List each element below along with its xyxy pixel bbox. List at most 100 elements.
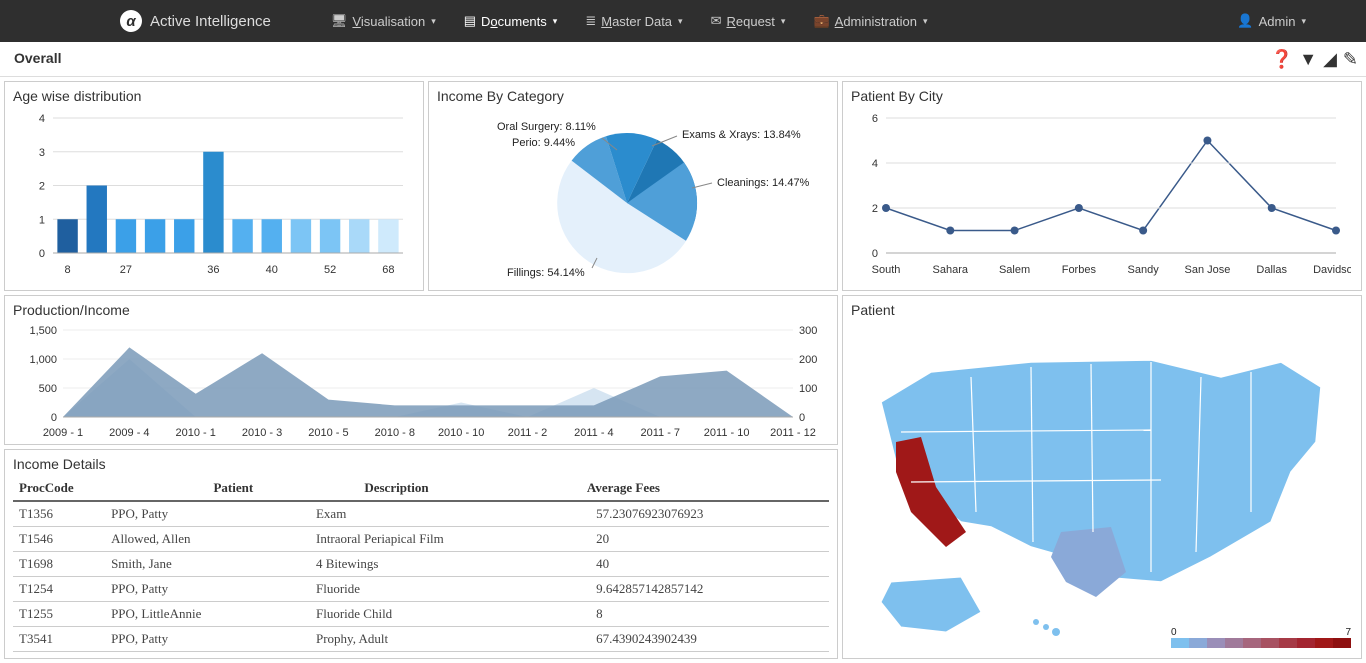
caret-down-icon: ▾ <box>781 16 786 27</box>
nav-administration[interactable]: 💼 Administration ▾ <box>813 13 927 29</box>
help-icon[interactable]: ❓ <box>1271 49 1293 70</box>
th-proccode[interactable]: ProcCode <box>13 476 207 501</box>
svg-text:Sahara: Sahara <box>933 264 969 276</box>
top-navbar: α Active Intelligence 🖥 Visualisation ▾ … <box>0 0 1366 42</box>
cell-c2: Exam <box>310 502 590 527</box>
svg-text:2: 2 <box>872 203 878 215</box>
svg-text:6: 6 <box>872 113 878 125</box>
edit-icon[interactable]: ✎ <box>1343 49 1358 70</box>
svg-text:2010 - 10: 2010 - 10 <box>438 427 484 439</box>
svg-text:2010 - 1: 2010 - 1 <box>176 427 216 439</box>
cell-c2: Intraoral Periapical Film <box>310 527 590 552</box>
svg-text:0: 0 <box>51 412 57 424</box>
svg-text:8: 8 <box>65 264 71 276</box>
filter-icon[interactable]: ▼ <box>1299 49 1317 70</box>
svg-text:3: 3 <box>39 147 45 159</box>
cell-c2: Prophy, Adult <box>310 627 590 652</box>
pie-label-perio: Perio: 9.44% <box>512 137 575 149</box>
caret-down-icon: ▾ <box>1301 16 1306 27</box>
panel-age-distribution: Age wise distribution 0123482736405268 <box>4 81 424 291</box>
database-icon: ≣ <box>585 13 596 29</box>
cell-c0: T1254 <box>13 577 105 602</box>
svg-text:52: 52 <box>324 264 336 276</box>
svg-text:0: 0 <box>872 248 878 260</box>
cell-c0: T1356 <box>13 502 105 527</box>
nav-documents[interactable]: ▤ Documents ▾ <box>464 13 558 29</box>
pie-label-cleanings: Cleanings: 14.47% <box>717 177 810 189</box>
svg-text:South: South <box>872 264 901 276</box>
svg-text:2010 - 8: 2010 - 8 <box>375 427 415 439</box>
svg-text:100: 100 <box>799 383 817 395</box>
panel-income-category: Income By Category Oral Surgery: 8.11% P… <box>428 81 838 291</box>
brand-text: Active Intelligence <box>150 13 271 30</box>
table-scroll[interactable]: T1356PPO, PattyExam57.23076923076923T154… <box>13 502 829 652</box>
colorbar-max: 7 <box>1345 627 1351 638</box>
panel-patient-map: Patient 07 <box>842 295 1362 659</box>
cell-c0: T1698 <box>13 552 105 577</box>
svg-text:Salem: Salem <box>999 264 1030 276</box>
svg-text:2: 2 <box>39 181 45 193</box>
svg-text:San Jose: San Jose <box>1184 264 1230 276</box>
svg-text:Forbes: Forbes <box>1062 264 1097 276</box>
panel-title: Patient <box>851 302 1353 318</box>
eraser-icon[interactable]: ◢ <box>1323 49 1337 70</box>
panel-title: Income Details <box>13 456 829 472</box>
svg-text:200: 200 <box>799 354 817 366</box>
svg-text:2009 - 4: 2009 - 4 <box>109 427 149 439</box>
nav-visualisation[interactable]: 🖥 Visualisation ▾ <box>331 13 436 29</box>
table-row[interactable]: T1356PPO, PattyExam57.23076923076923 <box>13 502 829 527</box>
th-description[interactable]: Description <box>358 476 581 501</box>
panel-title: Patient By City <box>851 88 1353 104</box>
svg-text:1,000: 1,000 <box>29 354 57 366</box>
svg-text:300: 300 <box>799 325 817 337</box>
table-row[interactable]: T1255PPO, LittleAnnieFluoride Child8 <box>13 602 829 627</box>
page-toolbar: Overall ❓ ▼ ◢ ✎ <box>0 42 1366 77</box>
cell-c1: PPO, Patty <box>105 627 310 652</box>
svg-text:40: 40 <box>266 264 278 276</box>
th-avg-fees[interactable]: Average Fees <box>581 476 829 501</box>
table-row[interactable]: T1546Allowed, AllenIntraoral Periapical … <box>13 527 829 552</box>
svg-text:4: 4 <box>39 113 45 125</box>
cell-c3: 8 <box>590 602 829 627</box>
svg-text:Davidson: Davidson <box>1313 264 1351 276</box>
cell-c1: PPO, LittleAnnie <box>105 602 310 627</box>
panel-production-income: Production/Income 05001,0001,50001002003… <box>4 295 838 445</box>
briefcase-icon: 💼 <box>813 13 829 29</box>
nav-master-data[interactable]: ≣ Master Data ▾ <box>585 13 682 29</box>
table-row[interactable]: T3541PPO, PattyProphy, Adult67.439024390… <box>13 627 829 652</box>
panel-title: Production/Income <box>13 302 829 318</box>
brand: α Active Intelligence <box>120 10 271 32</box>
svg-text:Sandy: Sandy <box>1128 264 1160 276</box>
cell-c2: Fluoride <box>310 577 590 602</box>
nav-request[interactable]: ✉ Request ▾ <box>711 13 786 29</box>
cell-c1: PPO, Patty <box>105 577 310 602</box>
user-icon: 👤 <box>1237 13 1253 29</box>
us-map[interactable] <box>851 322 1351 642</box>
colorbar-min: 0 <box>1171 627 1177 638</box>
table-row[interactable]: T1698Smith, Jane4 Bitewings40 <box>13 552 829 577</box>
cell-c2: Fluoride Child <box>310 602 590 627</box>
cell-c3: 9.642857142857142 <box>590 577 829 602</box>
caret-down-icon: ▾ <box>678 16 683 27</box>
table-row[interactable]: T1254PPO, PattyFluoride9.642857142857142 <box>13 577 829 602</box>
cell-c0: T3541 <box>13 627 105 652</box>
caret-down-icon: ▾ <box>553 16 558 27</box>
cell-c3: 57.23076923076923 <box>590 502 829 527</box>
tab-overall[interactable]: Overall <box>8 46 67 72</box>
nav-admin-user[interactable]: 👤 Admin ▾ <box>1237 13 1306 29</box>
svg-text:68: 68 <box>382 264 394 276</box>
patient-city-line-chart[interactable]: 0246SouthSaharaSalemForbesSandySan JoseD… <box>851 108 1351 283</box>
svg-text:36: 36 <box>207 264 219 276</box>
age-bar-chart[interactable]: 0123482736405268 <box>13 108 413 283</box>
svg-text:2009 - 1: 2009 - 1 <box>43 427 83 439</box>
cell-c3: 67.4390243902439 <box>590 627 829 652</box>
map-colorbar: 07 <box>1171 627 1351 648</box>
cell-c3: 20 <box>590 527 829 552</box>
svg-text:Dallas: Dallas <box>1256 264 1287 276</box>
th-patient[interactable]: Patient <box>207 476 358 501</box>
income-pie-chart[interactable]: Oral Surgery: 8.11% Perio: 9.44% Exams &… <box>437 108 827 288</box>
documents-icon: ▤ <box>464 13 476 29</box>
state-alaska[interactable] <box>881 577 981 632</box>
production-income-area-chart[interactable]: 05001,0001,50001002003002009 - 12009 - 4… <box>13 322 833 442</box>
nav-items: 🖥 Visualisation ▾ ▤ Documents ▾ ≣ Master… <box>331 13 1238 29</box>
